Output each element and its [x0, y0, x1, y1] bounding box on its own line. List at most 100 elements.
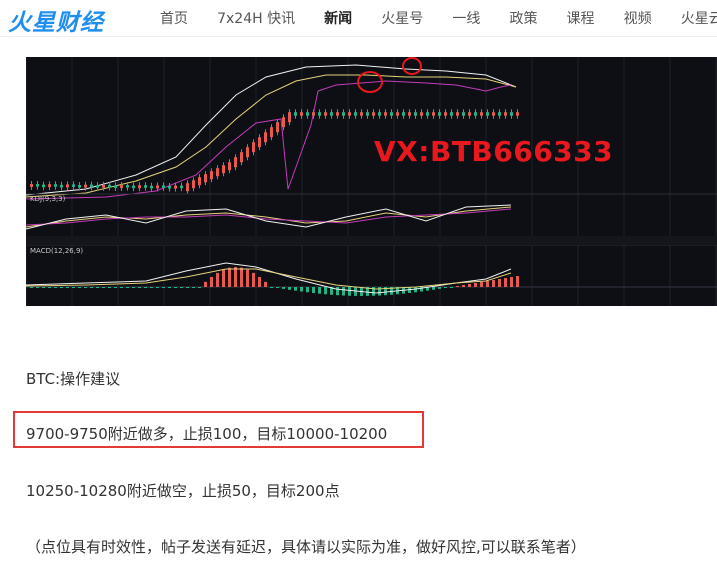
candlestick-chart — [26, 57, 717, 306]
macd-bar — [186, 287, 189, 288]
macd-bar — [444, 287, 447, 288]
nav-item-home[interactable]: 首页 — [160, 8, 188, 28]
candle — [330, 112, 333, 116]
nav-item-cloud[interactable]: 火星云研 — [681, 8, 717, 28]
macd-bar — [474, 283, 477, 287]
candle — [420, 112, 423, 116]
article-chart-image: KDJ(9,3,3) MACD(12,26,9) EMAVOLUMEMACDDM… — [26, 57, 717, 306]
macd-bar — [228, 267, 231, 287]
macd-bar — [438, 287, 441, 289]
candle — [180, 185, 183, 189]
candle — [372, 112, 375, 116]
candle — [102, 184, 105, 188]
candle — [252, 142, 255, 153]
candle — [354, 112, 357, 116]
nav-item-flash[interactable]: 7x24H 快讯 — [217, 8, 295, 28]
macd-bar — [276, 287, 279, 288]
candle — [462, 112, 465, 116]
nav-item-policy[interactable]: 政策 — [509, 8, 537, 28]
candle — [42, 184, 45, 188]
macd-bar — [168, 287, 171, 288]
candle — [408, 112, 411, 116]
candle — [30, 184, 33, 187]
macd-bar — [114, 287, 117, 288]
candle — [156, 185, 159, 189]
candle — [306, 112, 309, 116]
candle — [60, 184, 63, 188]
candle — [264, 132, 267, 143]
candle — [516, 112, 519, 116]
main-nav: 首页 7x24H 快讯 新闻 火星号 一线 政策 课程 视频 火星云研 — [160, 8, 717, 28]
macd-bar — [132, 287, 135, 288]
candle — [138, 185, 141, 189]
macd-bar — [432, 287, 435, 290]
macd-bar — [162, 287, 165, 288]
macd-bar — [480, 282, 483, 287]
macd-bar — [306, 287, 309, 293]
macd-bar — [144, 287, 147, 288]
candle — [414, 112, 417, 116]
candle — [402, 112, 405, 116]
macd-bar — [210, 277, 213, 287]
candle — [96, 185, 99, 188]
candle — [474, 112, 477, 116]
candle — [144, 185, 147, 188]
nav-item-video[interactable]: 视频 — [624, 8, 652, 28]
macd-bar — [462, 285, 465, 287]
candle — [444, 112, 447, 116]
macd-bar — [264, 281, 267, 287]
macd-bar — [348, 287, 351, 296]
candle — [480, 112, 483, 116]
candle — [222, 165, 225, 174]
macd-bar — [246, 269, 249, 287]
macd-bar — [138, 287, 141, 288]
candle — [468, 112, 471, 116]
candle — [246, 147, 249, 158]
candle — [384, 112, 387, 116]
candle — [366, 112, 369, 116]
kdj-label: KDJ(9,3,3) — [30, 195, 66, 203]
macd-bar — [504, 278, 507, 287]
candle — [456, 112, 459, 116]
candle — [336, 112, 339, 116]
candle — [78, 185, 81, 188]
disclaimer-note: （点位具有时效性，帖子发送有延迟，具体请以实际为准，做好风控,可以联系笔者） — [26, 538, 586, 556]
annotation-circle-right — [402, 57, 422, 75]
macd-bar — [486, 281, 489, 287]
nav-item-courses[interactable]: 课程 — [567, 8, 595, 28]
macd-bar — [252, 272, 255, 287]
candle — [54, 184, 57, 187]
candle — [288, 112, 291, 123]
macd-bar — [450, 287, 453, 288]
candle — [498, 112, 501, 116]
macd-bar — [120, 287, 123, 288]
macd-bar — [234, 267, 237, 287]
candle — [348, 112, 351, 116]
candle — [198, 177, 201, 186]
macd-bar — [204, 281, 207, 287]
macd-bar — [312, 287, 315, 294]
candle — [300, 112, 303, 116]
macd-bar — [174, 287, 177, 288]
candle — [240, 152, 243, 163]
nav-item-marsnumber[interactable]: 火星号 — [381, 8, 423, 28]
candle — [216, 168, 219, 177]
indicator-tab-bar: EMAVOLUMEMACDDMIDMATRIXBRARVROBVEMVRSIWR… — [26, 236, 717, 245]
candle — [360, 112, 363, 116]
macd-bar — [42, 287, 45, 288]
chart-watermark: VX:BTB666333 — [374, 135, 614, 168]
macd-bar — [192, 287, 195, 288]
candle — [192, 180, 195, 189]
macd-bar — [342, 287, 345, 296]
nav-item-news[interactable]: 新闻 — [324, 8, 352, 28]
macd-bar — [288, 287, 291, 290]
macd-bar — [216, 272, 219, 287]
nav-item-frontline[interactable]: 一线 — [452, 8, 480, 28]
candle — [114, 185, 117, 188]
candle — [486, 112, 489, 116]
candle — [228, 162, 231, 171]
macd-bar — [54, 287, 57, 288]
site-logo[interactable]: 火星财经 — [8, 3, 104, 36]
candle — [108, 184, 111, 188]
macd-bar — [498, 279, 501, 287]
